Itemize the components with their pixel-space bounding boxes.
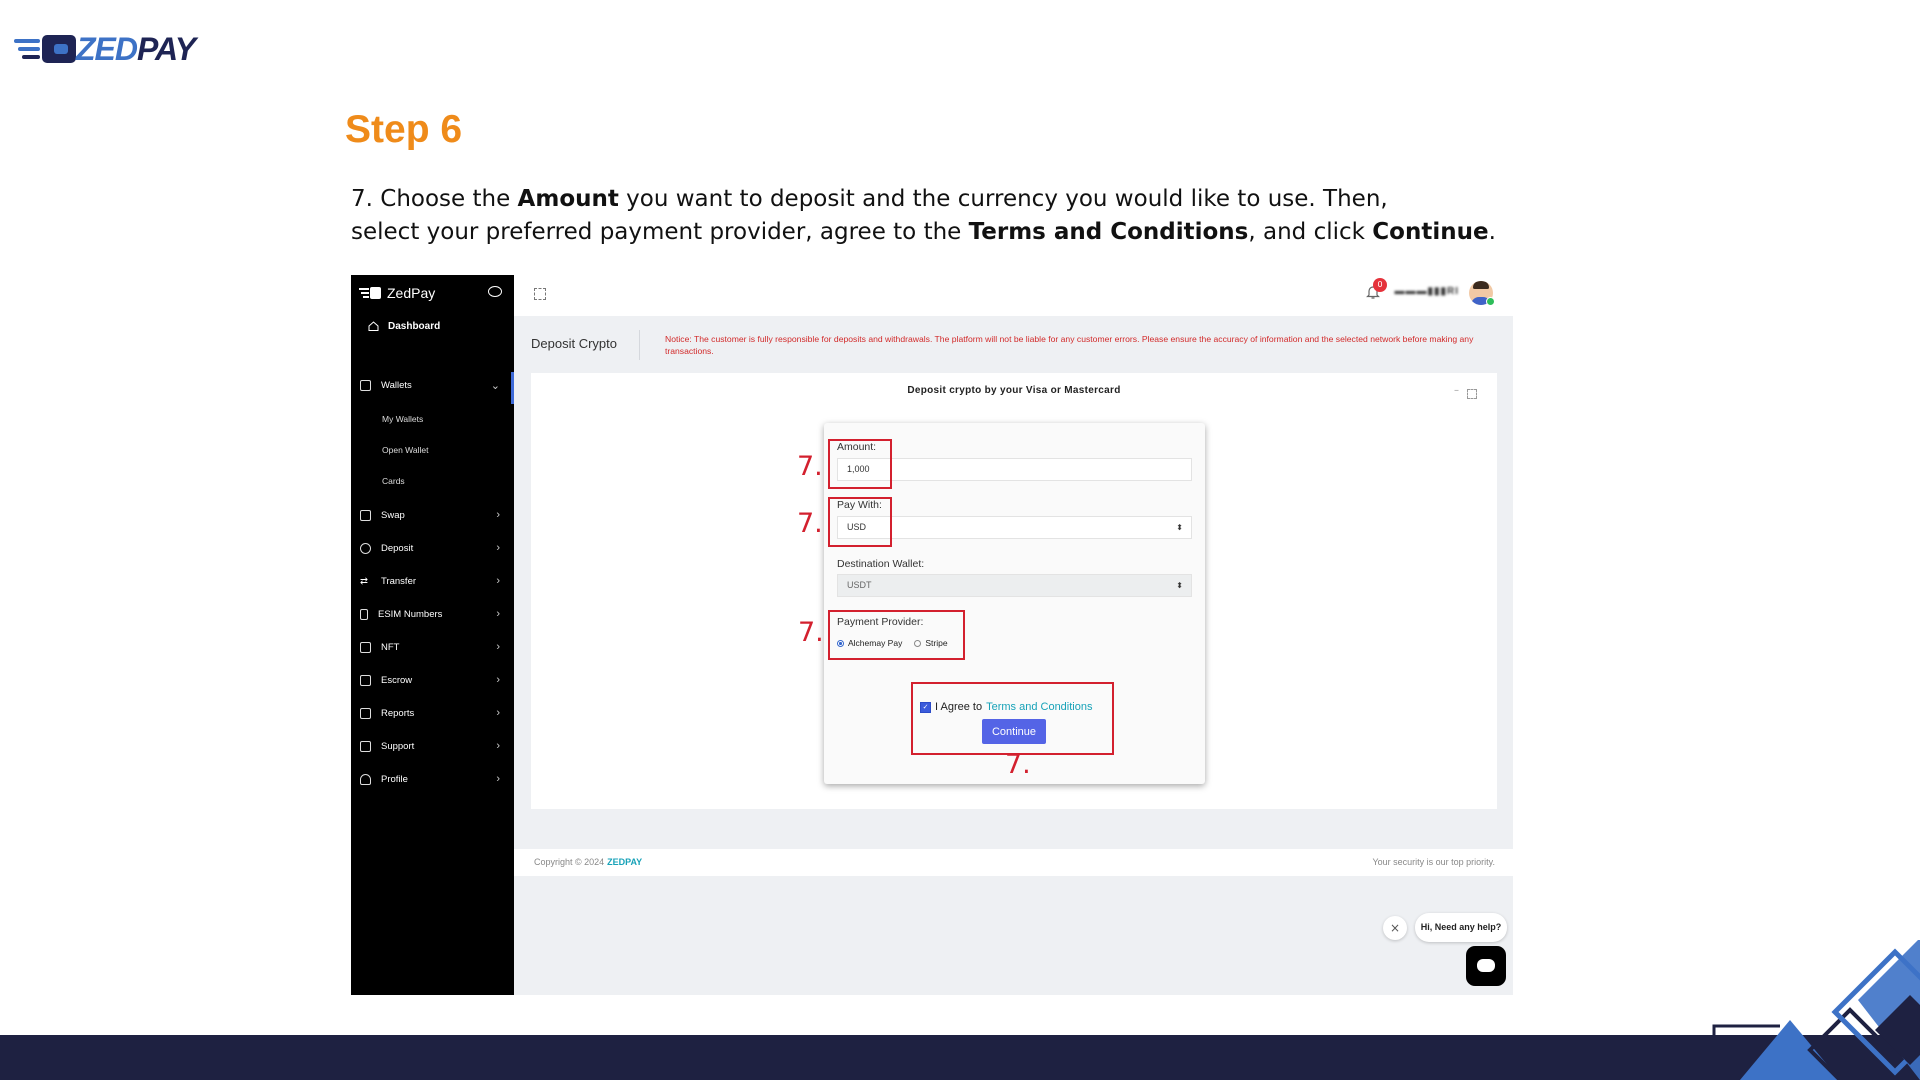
plus-circle-icon xyxy=(360,542,371,554)
grid-icon xyxy=(360,707,371,719)
sidebar-item-label: Escrow xyxy=(381,674,413,686)
fullscreen-icon[interactable] xyxy=(534,288,546,300)
notice-text: Notice: The customer is fully responsibl… xyxy=(665,334,1474,356)
sidebar-item-swap[interactable]: Swap › xyxy=(351,504,514,526)
zedpay-logo-mark-icon xyxy=(14,35,76,63)
chat-launcher-icon[interactable] xyxy=(1466,946,1506,986)
sidebar-item-label: Swap xyxy=(381,509,405,521)
sidebar-subitem-cards[interactable]: Cards xyxy=(382,476,405,486)
sidebar-item-dashboard[interactable]: Dashboard xyxy=(351,311,514,341)
chevron-right-icon: › xyxy=(496,740,500,752)
app-footer: Copyright © 2024 ZEDPAY Your security is … xyxy=(514,849,1513,876)
sidebar-item-label: Profile xyxy=(381,773,408,785)
swap-icon xyxy=(360,509,371,521)
card-title: Deposit crypto by your Visa or Mastercar… xyxy=(907,385,1121,396)
sidebar-item-label: Dashboard xyxy=(388,320,441,332)
image-icon xyxy=(360,641,371,653)
chevron-right-icon: › xyxy=(496,542,500,554)
footer-brand-link[interactable]: ZEDPAY xyxy=(607,857,642,867)
annotation-step-label: 7. xyxy=(797,508,823,539)
page-title: Deposit Crypto xyxy=(531,336,617,351)
wallet-icon xyxy=(360,379,371,391)
sidebar-subitem-open-wallet[interactable]: Open Wallet xyxy=(382,445,428,455)
eye-icon[interactable] xyxy=(488,286,502,297)
sidebar-item-escrow[interactable]: Escrow › xyxy=(351,669,514,691)
chevron-right-icon: › xyxy=(496,641,500,653)
copyright: Copyright © 2024 ZEDPAY xyxy=(534,857,643,867)
annotation-box-provider xyxy=(828,610,965,660)
logo-pay-text: PAY xyxy=(137,30,196,67)
divider xyxy=(639,330,640,360)
select-caret-icon: ⬍ xyxy=(1176,581,1183,590)
user-icon xyxy=(360,773,371,785)
sidebar-item-label: Support xyxy=(381,740,415,752)
annotation-box-amount xyxy=(828,439,892,489)
security-text: Your security is our top priority. xyxy=(1372,857,1495,867)
decorative-diamonds xyxy=(1712,940,1920,1080)
sidebar-item-deposit[interactable]: Deposit › xyxy=(351,537,514,559)
step-title: Step 6 xyxy=(345,108,463,151)
maximize-icon[interactable] xyxy=(1467,389,1477,399)
zedpay-logo: ZEDPAY xyxy=(14,28,234,70)
sidebar-item-profile[interactable]: Profile › xyxy=(351,768,514,790)
minimize-icon[interactable]: – xyxy=(1454,385,1459,396)
chat-close-icon[interactable]: × xyxy=(1383,916,1407,940)
sidebar-item-label: NFT xyxy=(381,641,400,653)
transfer-arrows-icon: ⇄ xyxy=(360,575,368,587)
select-caret-icon: ⬍ xyxy=(1176,523,1183,532)
app-screenshot: ZedPay Dashboard Wallets ⌄ My Wallets Op… xyxy=(351,275,1513,995)
sidebar-item-label: Transfer xyxy=(381,575,417,587)
logo-zed-text: ZED xyxy=(76,30,138,67)
online-status-dot xyxy=(1486,297,1495,306)
sidebar-header: ZedPay xyxy=(351,275,514,311)
annotation-step-label: 7. xyxy=(798,617,824,648)
sidebar-item-nft[interactable]: NFT › xyxy=(351,636,514,658)
destination-wallet-select[interactable]: USDT ⬍ xyxy=(837,574,1192,597)
chat-help-bubble[interactable]: Hi, Need any help? xyxy=(1415,913,1507,942)
sidebar-item-reports[interactable]: Reports › xyxy=(351,702,514,724)
sidebar-item-label: ESIM Numbers xyxy=(378,608,443,620)
terms-emphasis: Terms and Conditions xyxy=(968,219,1249,245)
chevron-right-icon: › xyxy=(496,509,500,521)
phone-icon xyxy=(360,608,368,620)
chevron-right-icon: › xyxy=(496,608,500,620)
continue-emphasis: Continue xyxy=(1372,219,1489,245)
destination-wallet-label: Destination Wallet: xyxy=(837,558,925,570)
chevron-right-icon: › xyxy=(496,707,500,719)
notification-badge: 0 xyxy=(1373,278,1387,292)
sidebar-item-label: Deposit xyxy=(381,542,414,554)
app-name: ZedPay xyxy=(387,285,436,301)
chevron-right-icon: › xyxy=(496,575,500,587)
zedpay-small-logo-icon xyxy=(359,287,381,299)
chevron-right-icon: › xyxy=(496,773,500,785)
footer-band xyxy=(0,1035,1920,1080)
sidebar-item-wallets[interactable]: Wallets ⌄ xyxy=(351,374,514,396)
home-icon xyxy=(368,321,379,331)
top-bar: 0 ▬▬▬▮▮▮RI xyxy=(514,275,1513,316)
username[interactable]: ▬▬▬▮▮▮RI xyxy=(1394,286,1459,297)
sidebar-subitem-my-wallets[interactable]: My Wallets xyxy=(382,414,423,424)
sidebar-item-esim-numbers[interactable]: ESIM Numbers › xyxy=(351,603,514,625)
annotation-step-label: 7. xyxy=(797,451,823,482)
sidebar: ZedPay Dashboard Wallets ⌄ My Wallets Op… xyxy=(351,275,514,995)
destination-wallet-value: USDT xyxy=(847,580,872,590)
instructions-text: 7. Choose the Amount you want to deposit… xyxy=(351,186,1496,245)
mail-icon xyxy=(360,740,371,752)
active-indicator xyxy=(511,372,514,404)
annotation-step-label: 7. xyxy=(1005,749,1031,780)
sidebar-item-support[interactable]: Support › xyxy=(351,735,514,757)
sidebar-item-transfer[interactable]: ⇄ Transfer › xyxy=(351,570,514,592)
chevron-down-icon: ⌄ xyxy=(490,379,500,392)
annotation-box-agree-continue xyxy=(911,682,1114,755)
chevron-right-icon: › xyxy=(496,674,500,686)
checkbox-icon xyxy=(360,674,371,686)
amount-emphasis: Amount xyxy=(517,186,619,212)
sidebar-item-label: Reports xyxy=(381,707,415,719)
annotation-box-pay-with xyxy=(828,497,892,547)
sidebar-item-label: Wallets xyxy=(381,379,412,391)
